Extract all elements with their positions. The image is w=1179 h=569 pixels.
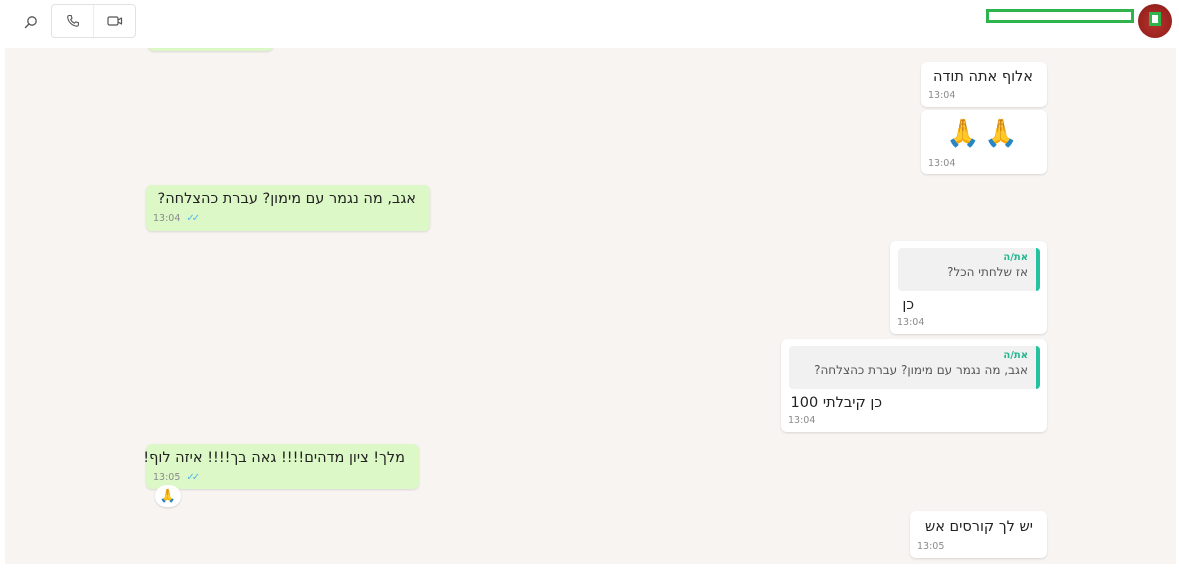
quoted-author: את/ה [1003, 252, 1028, 263]
chat-header [0, 0, 1179, 47]
message-time: 13:04 [153, 213, 181, 224]
cropped-message-bubble [148, 48, 273, 51]
quoted-text: אז שלחתי הכל? [947, 265, 1028, 279]
quoted-text: אגב, מה נגמר עם מימון? עברת כהצלחה? [814, 363, 1028, 377]
search-icon [24, 16, 37, 29]
message-time: 13:04 [928, 90, 956, 101]
message-time: 13:05 [917, 541, 945, 552]
message-bubble-outgoing[interactable]: מלך! ציון מדהים!!!! גאה בך!!!! איזה לוף!… [143, 444, 419, 489]
message-text: יש לך קורסים אש [924, 519, 1033, 535]
message-bubble-incoming[interactable]: את/ה אגב, מה נגמר עם מימון? עברת כהצלחה?… [781, 339, 1047, 432]
voice-call-button[interactable] [52, 5, 93, 37]
chat-messages-area[interactable]: אלוף אתה תודה 13:04 🙏🙏 13:04 אגב, מה נגמ… [5, 48, 1176, 564]
message-bubble-outgoing[interactable]: אגב, מה נגמר עם מימון? עברת כהצלחה? 13:0… [146, 185, 430, 231]
message-text: מלך! ציון מדהים!!!! גאה בך!!!! איזה לוף! [143, 450, 405, 466]
search-button[interactable] [18, 10, 44, 34]
message-time: 13:05 [153, 472, 181, 483]
quoted-message[interactable]: את/ה אגב, מה נגמר עם מימון? עברת כהצלחה? [789, 346, 1040, 389]
quoted-author: את/ה [1003, 350, 1028, 361]
message-time: 13:04 [897, 317, 925, 328]
read-receipt-icon: ✓✓ [186, 213, 200, 224]
contact-avatar[interactable] [1138, 4, 1172, 38]
phone-icon [66, 14, 79, 27]
contact-name[interactable] [986, 9, 1134, 23]
message-bubble-incoming[interactable]: 🙏🙏 13:04 [921, 110, 1047, 174]
message-text: אלוף אתה תודה [933, 69, 1033, 85]
message-bubble-incoming[interactable]: יש לך קורסים אש 13:05 [910, 511, 1047, 558]
avatar-redaction-mark [1149, 12, 1161, 26]
message-text: אגב, מה נגמר עם מימון? עברת כהצלחה? [157, 191, 417, 207]
message-meta: 13:05 ✓✓ [153, 472, 200, 483]
message-bubble-incoming[interactable]: אלוף אתה תודה 13:04 [921, 62, 1047, 107]
read-receipt-icon: ✓✓ [186, 472, 200, 483]
call-buttons [51, 4, 136, 38]
message-text: כן קיבלתי 100 [790, 395, 882, 411]
message-reaction[interactable]: 🙏 [155, 485, 181, 507]
message-meta: 13:04 ✓✓ [153, 213, 200, 224]
message-text: כן [902, 297, 914, 313]
emoji-message: 🙏🙏 [946, 118, 1022, 149]
quoted-message[interactable]: את/ה אז שלחתי הכל? [898, 248, 1040, 291]
message-time: 13:04 [788, 415, 816, 426]
message-bubble-incoming[interactable]: את/ה אז שלחתי הכל? כן 13:04 [890, 241, 1047, 334]
message-time: 13:04 [928, 158, 956, 169]
video-call-button[interactable] [93, 5, 135, 37]
video-camera-icon [106, 16, 122, 26]
